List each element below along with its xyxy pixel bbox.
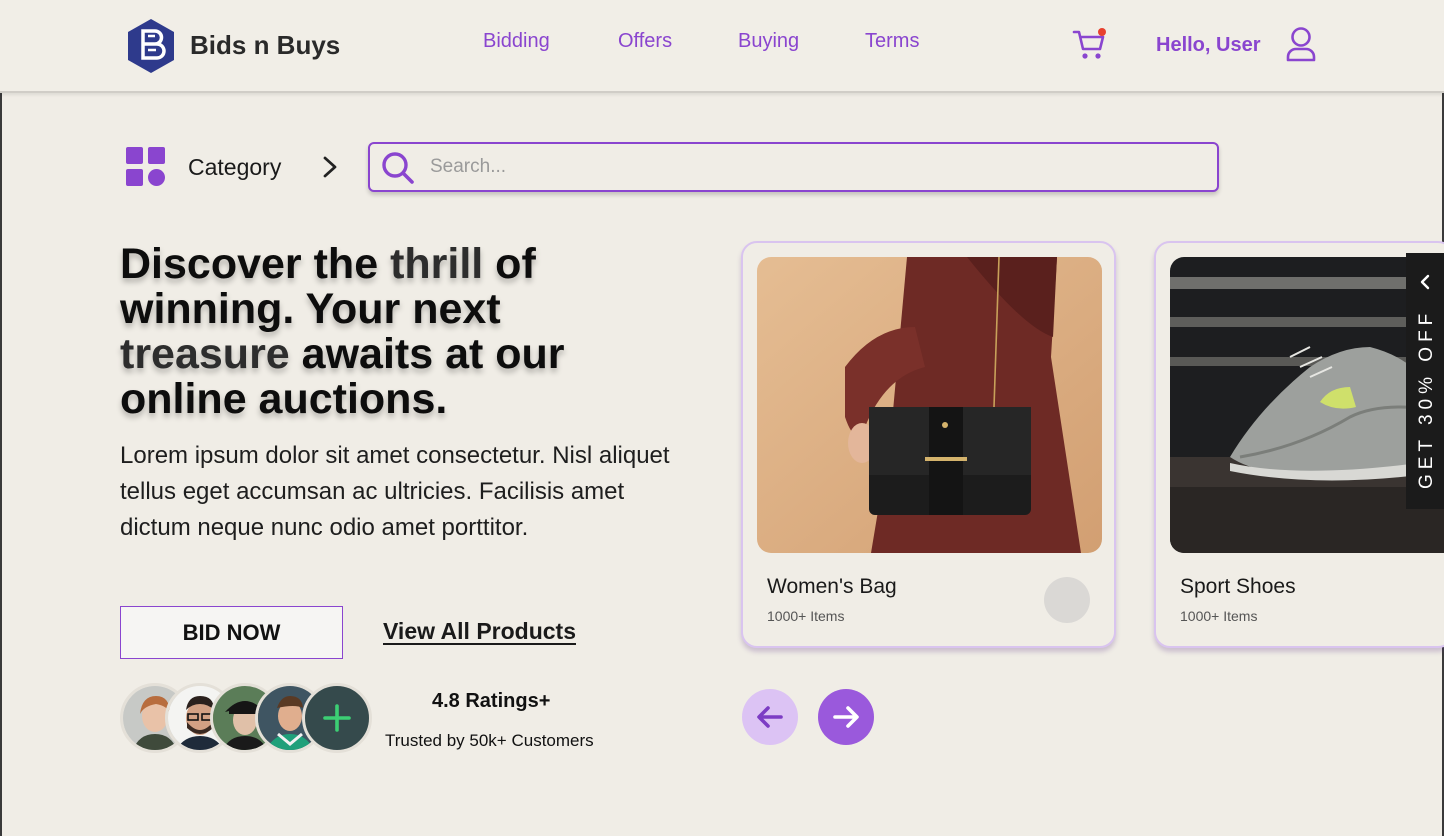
product-name: Women's Bag [767,575,897,598]
search-icon[interactable] [380,150,416,186]
plus-icon [323,704,351,732]
chevron-up-icon[interactable] [1416,273,1434,291]
product-count: 1000+ Items [767,608,845,624]
favorite-toggle[interactable] [1044,577,1090,623]
product-image-womens-bag [757,257,1102,553]
nav-buying[interactable]: Buying [738,30,799,53]
search-bar[interactable] [368,142,1219,192]
carousel-next-button[interactable] [818,689,874,745]
shopping-cart-icon[interactable] [1072,26,1108,62]
nav-terms[interactable]: Terms [865,30,919,53]
product-card-sport-shoes[interactable]: Sport Shoes 1000+ Items [1154,241,1444,648]
top-header: Bids n Buys Bidding Offers Buying Terms … [0,0,1444,93]
hero-description: Lorem ipsum dolor sit amet consectetur. … [120,442,670,541]
nav-bidding[interactable]: Bidding [483,30,550,53]
user-icon[interactable] [1284,26,1318,64]
hero-title: Discover the thrill of winning. Your nex… [120,242,680,422]
hero-title-highlight: thrill [390,240,484,288]
bid-now-button[interactable]: BID NOW [120,606,343,659]
arrow-left-icon [757,706,783,728]
trusted-text: Trusted by 50k+ Customers [385,731,594,750]
promo-label: GET 30% OFF [1416,308,1437,489]
product-image-sport-shoes [1170,257,1444,553]
hero-title-highlight: treasure [120,330,290,378]
product-count: 1000+ Items [1180,608,1258,624]
product-name: Sport Shoes [1180,575,1296,598]
hero-title-part: Discover the [120,240,391,288]
search-input[interactable] [430,152,1190,182]
cart-notification-dot [1098,28,1106,36]
product-card-womens-bag[interactable]: Women's Bag 1000+ Items [741,241,1116,648]
chevron-right-icon[interactable] [320,155,340,179]
more-customers-button[interactable] [302,683,372,753]
hexagon-b-logo-icon[interactable] [126,18,176,74]
ratings-text: 4.8 Ratings+ [432,690,551,712]
view-all-products-link[interactable]: View All Products [383,618,576,645]
promo-side-tab[interactable]: GET 30% OFF [1406,253,1444,509]
brand-name[interactable]: Bids n Buys [190,30,340,61]
carousel-prev-button[interactable] [742,689,798,745]
category-label[interactable]: Category [188,154,281,181]
grid-category-icon[interactable] [126,147,166,187]
user-greeting[interactable]: Hello, User [1156,34,1260,57]
arrow-right-icon [833,706,859,728]
nav-offers[interactable]: Offers [618,30,672,53]
